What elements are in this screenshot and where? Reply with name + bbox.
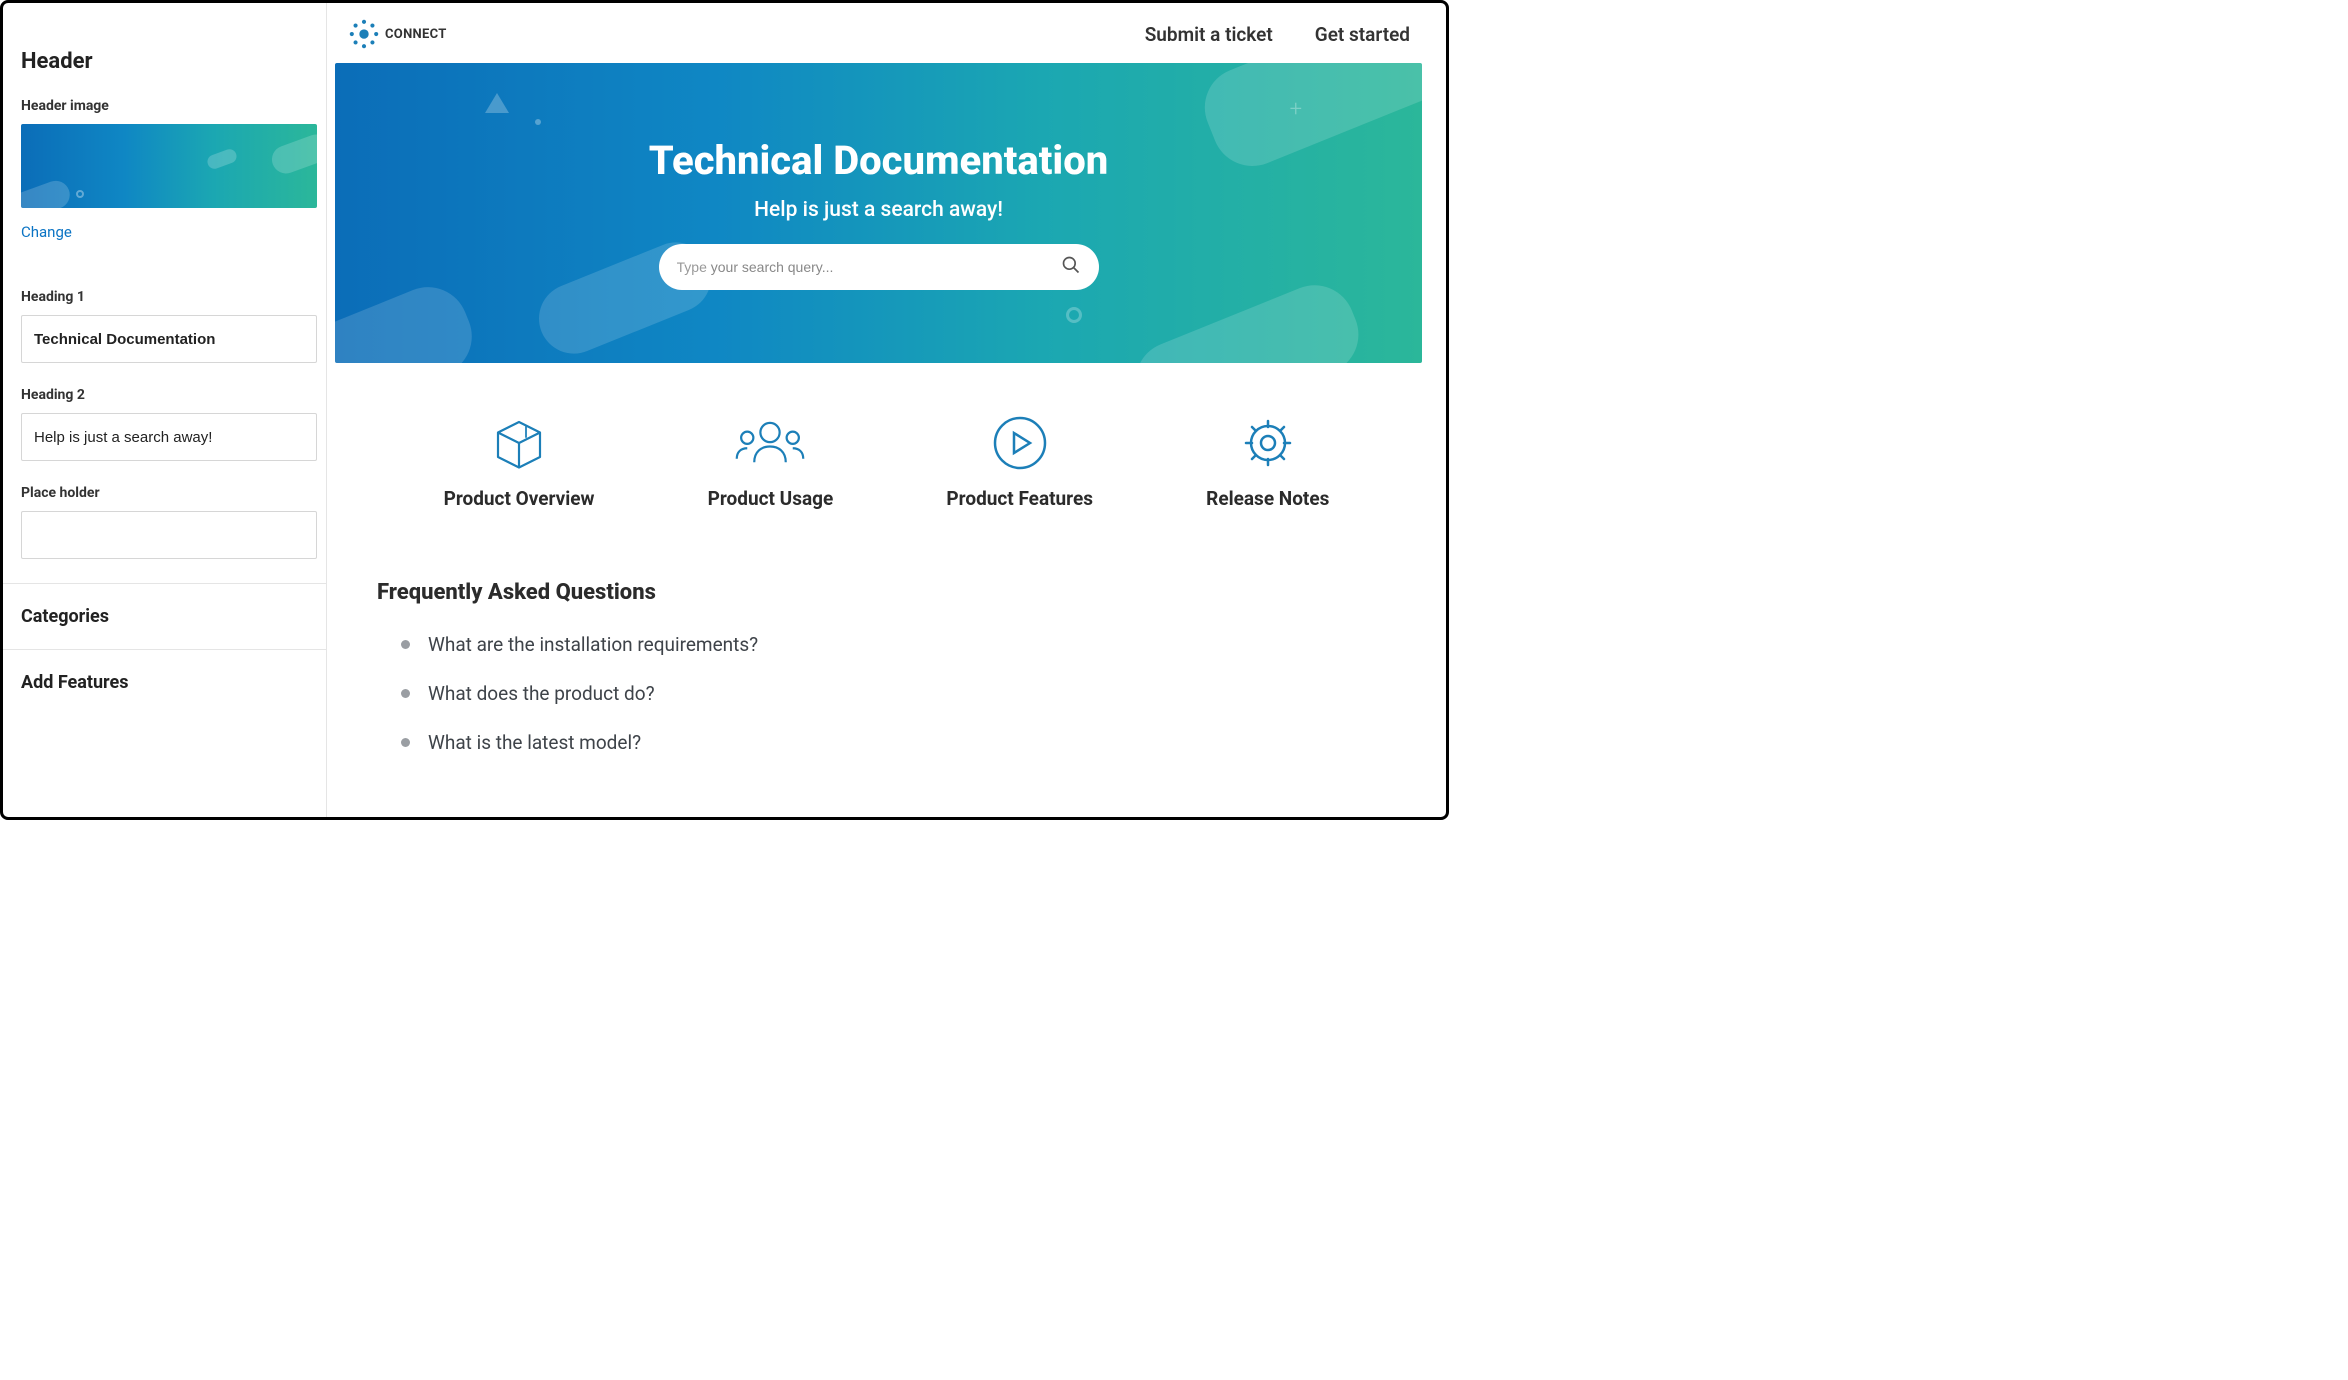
bullet-icon <box>401 738 410 747</box>
heading1-label: Heading 1 <box>21 289 308 305</box>
placeholder-input[interactable] <box>21 511 317 559</box>
category-label: Product Overview <box>444 487 595 510</box>
category-label: Product Usage <box>708 487 834 510</box>
hero-subtitle: Help is just a search away! <box>754 198 1003 222</box>
heading1-input[interactable] <box>21 315 317 363</box>
app-frame: Header Header image Change Heading 1 Hea… <box>0 0 1449 820</box>
category-label: Release Notes <box>1206 487 1329 510</box>
faq-item-text: What are the installation requirements? <box>428 633 758 656</box>
sidebar: Header Header image Change Heading 1 Hea… <box>3 3 327 817</box>
main-preview: CONNECT Submit a ticket Get started + Te… <box>327 3 1446 817</box>
brand[interactable]: CONNECT <box>349 19 447 49</box>
header-image-block: Header image Change <box>21 98 308 265</box>
placeholder-block: Place holder <box>21 485 308 559</box>
category-product-overview[interactable]: Product Overview <box>444 413 595 510</box>
categories-row[interactable]: Categories <box>3 583 326 649</box>
hero-banner: + Technical Documentation Help is just a… <box>335 63 1422 363</box>
brand-text: CONNECT <box>385 27 447 42</box>
search-icon[interactable] <box>1061 255 1081 279</box>
hero-search-input[interactable] <box>677 259 1061 275</box>
hero-title: Technical Documentation <box>649 137 1108 184</box>
submit-ticket-link[interactable]: Submit a ticket <box>1145 23 1273 46</box>
category-label: Product Features <box>946 487 1093 510</box>
sidebar-title: Header <box>21 49 308 74</box>
header-image-thumbnail[interactable] <box>21 124 317 208</box>
add-features-row[interactable]: Add Features <box>3 649 326 715</box>
heading1-block: Heading 1 <box>21 289 308 363</box>
gear-icon <box>1240 413 1296 473</box>
change-image-link[interactable]: Change <box>21 223 72 241</box>
box-icon <box>491 413 547 473</box>
users-icon <box>735 413 805 473</box>
faq-item[interactable]: What is the latest model? <box>401 731 1386 754</box>
topbar: CONNECT Submit a ticket Get started <box>327 3 1446 59</box>
faq-item-text: What does the product do? <box>428 682 655 705</box>
faq-item-text: What is the latest model? <box>428 731 641 754</box>
bullet-icon <box>401 689 410 698</box>
category-product-features[interactable]: Product Features <box>946 413 1093 510</box>
category-product-usage[interactable]: Product Usage <box>708 413 834 510</box>
faq-section: Frequently Asked Questions What are the … <box>327 530 1446 780</box>
placeholder-label: Place holder <box>21 485 308 501</box>
brand-logo-icon <box>349 19 379 49</box>
heading2-label: Heading 2 <box>21 387 308 403</box>
heading2-input[interactable] <box>21 413 317 461</box>
faq-title: Frequently Asked Questions <box>377 580 1386 605</box>
faq-item[interactable]: What are the installation requirements? <box>401 633 1386 656</box>
get-started-link[interactable]: Get started <box>1315 23 1410 46</box>
category-tiles: Product Overview Product Usage <box>327 363 1446 530</box>
play-icon <box>992 413 1048 473</box>
bullet-icon <box>401 640 410 649</box>
faq-item[interactable]: What does the product do? <box>401 682 1386 705</box>
hero-search[interactable] <box>659 244 1099 290</box>
category-release-notes[interactable]: Release Notes <box>1206 413 1329 510</box>
header-image-label: Header image <box>21 98 308 114</box>
heading2-block: Heading 2 <box>21 387 308 461</box>
